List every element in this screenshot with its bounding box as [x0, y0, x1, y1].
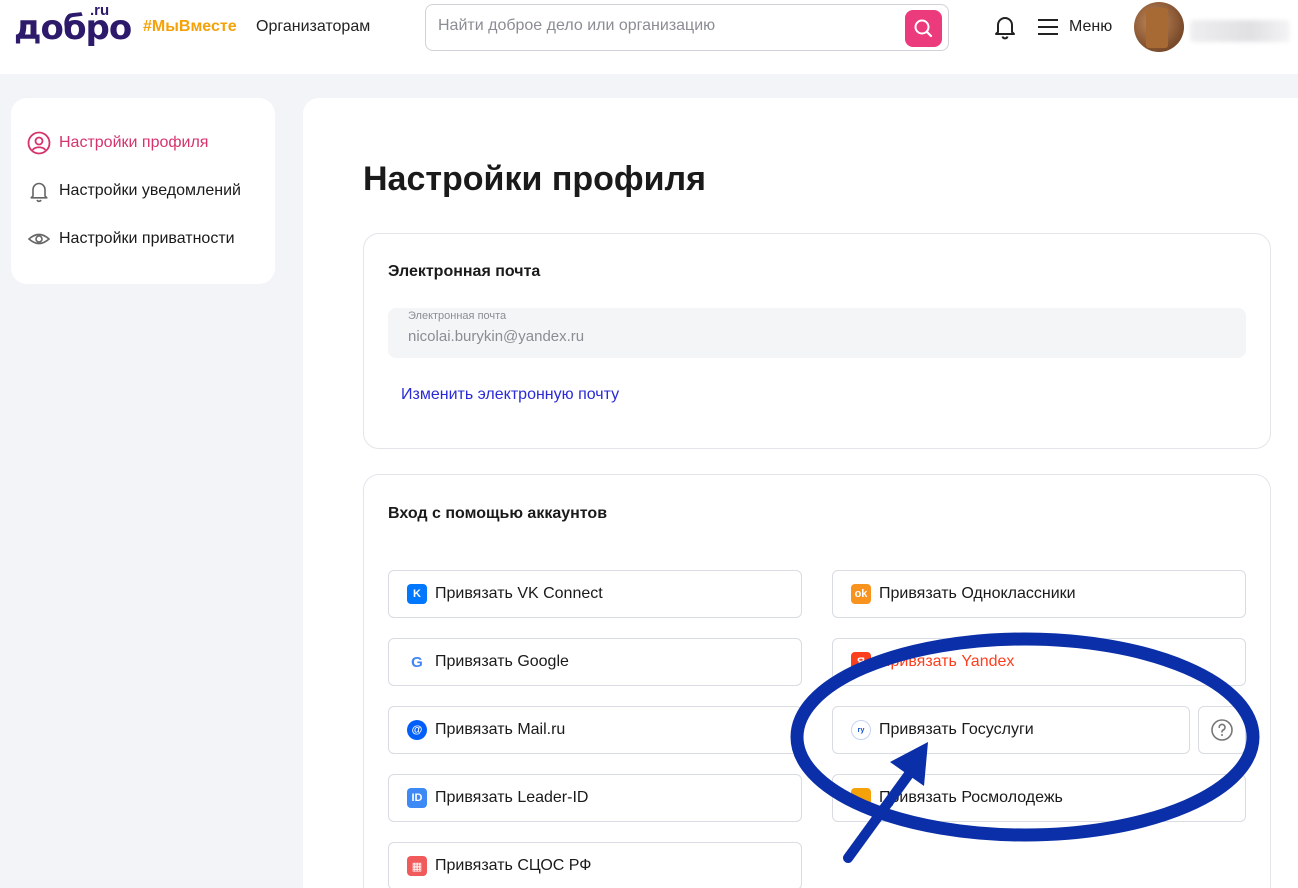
email-panel: Электронная почта Электронная почта nico…: [363, 233, 1271, 449]
sidebar-item-label: Настройки профиля: [59, 134, 209, 151]
nav-link-organizers[interactable]: Организаторам: [256, 18, 370, 36]
link-odnoklassniki-label: Привязать Одноклассники: [879, 585, 1076, 602]
link-mailru-label: Привязать Mail.ru: [435, 721, 566, 738]
user-avatar[interactable]: [1134, 2, 1184, 52]
yandex-icon: Я: [851, 652, 871, 672]
link-mailru-button[interactable]: @ Привязать Mail.ru: [388, 706, 802, 754]
gosuslugi-icon: гу: [851, 720, 871, 740]
email-field-label: Электронная почта: [408, 310, 507, 322]
sidebar-item-notification-settings[interactable]: Настройки уведомлений: [27, 178, 241, 204]
vk-icon: K: [407, 584, 427, 604]
search-icon: [914, 19, 933, 38]
email-field[interactable]: Электронная почта nicolai.burykin@yandex…: [388, 308, 1246, 358]
link-rosmolodezh-label: Привязать Росмолодежь: [879, 789, 1063, 806]
link-vk-button[interactable]: K Привязать VK Connect: [388, 570, 802, 618]
notifications-bell-icon[interactable]: [992, 14, 1018, 40]
menu-button[interactable]: Меню: [1069, 18, 1112, 36]
eye-icon: [27, 233, 51, 245]
main-content: Настройки профиля Электронная почта Элек…: [303, 98, 1298, 888]
user-circle-icon: [27, 131, 51, 155]
email-section-title: Электронная почта: [388, 263, 541, 280]
link-odnoklassniki-button[interactable]: ok Привязать Одноклассники: [832, 570, 1246, 618]
rosmolodezh-icon: [851, 788, 871, 808]
page-title: Настройки профиля: [363, 160, 706, 198]
link-gosuslugi-label: Привязать Госуслуги: [879, 721, 1034, 738]
bell-icon: [30, 182, 48, 203]
link-yandex-button[interactable]: Я Привязать Yandex: [832, 638, 1246, 686]
link-scos-label: Привязать СЦОС РФ: [435, 857, 592, 874]
link-leader-id-label: Привязать Leader-ID: [435, 789, 589, 806]
top-header: добро .ru #МыВместе Организаторам Меню: [0, 0, 1298, 74]
search-bar: [425, 4, 949, 51]
link-google-label: Привязать Google: [435, 653, 569, 670]
menu-burger-icon[interactable]: [1038, 19, 1058, 35]
link-rosmolodezh-button[interactable]: Привязать Росмолодежь: [832, 774, 1246, 822]
scos-icon: ▦: [407, 856, 427, 876]
odnoklassniki-icon: ok: [851, 584, 871, 604]
logo-text: добро: [14, 8, 132, 48]
email-field-value: nicolai.burykin@yandex.ru: [408, 328, 585, 345]
logo-suffix: .ru: [90, 2, 110, 19]
search-button[interactable]: [905, 10, 942, 47]
settings-sidebar: Настройки профиля Настройки уведомлений …: [11, 98, 275, 284]
change-email-link[interactable]: Изменить электронную почту: [401, 386, 619, 404]
sidebar-item-label: Настройки приватности: [59, 230, 235, 247]
mailru-icon: @: [407, 720, 427, 740]
user-name-blurred[interactable]: [1190, 20, 1290, 42]
google-icon: G: [407, 652, 427, 672]
leader-id-icon: ID: [407, 788, 427, 808]
link-yandex-label: Привязать Yandex: [879, 653, 1015, 670]
question-circle-icon: [1211, 719, 1233, 741]
search-input[interactable]: [438, 17, 898, 35]
sidebar-item-profile-settings[interactable]: Настройки профиля: [27, 130, 208, 156]
accounts-section-title: Вход с помощью аккаунтов: [388, 505, 608, 522]
link-gosuslugi-button[interactable]: гу Привязать Госуслуги: [832, 706, 1190, 754]
link-vk-label: Привязать VK Connect: [435, 585, 603, 602]
nav-link-mivmeste[interactable]: #МыВместе: [143, 18, 237, 36]
sidebar-item-privacy-settings[interactable]: Настройки приватности: [27, 226, 235, 252]
link-leader-id-button[interactable]: ID Привязать Leader-ID: [388, 774, 802, 822]
sidebar-item-label: Настройки уведомлений: [59, 182, 241, 199]
gosuslugi-help-button[interactable]: [1198, 706, 1246, 754]
link-google-button[interactable]: G Привязать Google: [388, 638, 802, 686]
accounts-panel: Вход с помощью аккаунтов K Привязать VK …: [363, 474, 1271, 888]
link-scos-button[interactable]: ▦ Привязать СЦОС РФ: [388, 842, 802, 888]
